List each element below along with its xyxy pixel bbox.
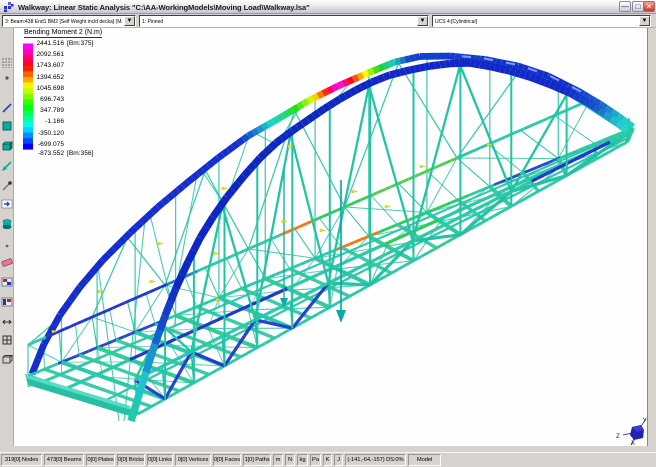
svg-text:Z: Z [616,433,620,440]
